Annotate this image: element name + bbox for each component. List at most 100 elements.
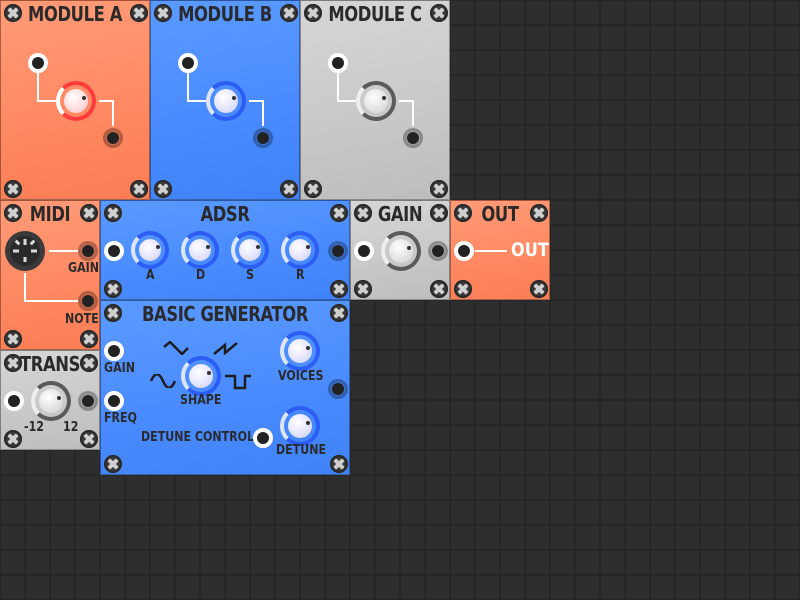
module-a-title: MODULE A — [28, 2, 122, 26]
gain-input-jack[interactable] — [354, 241, 374, 261]
module-a-knob[interactable] — [56, 81, 96, 121]
midi-connector-icon — [5, 231, 45, 271]
screw-icon — [4, 430, 22, 448]
adsr-release-knob[interactable] — [281, 231, 319, 269]
trans-module[interactable]: TRANS -12 12 — [0, 350, 100, 450]
gain-output-jack[interactable] — [428, 241, 448, 261]
module-b-knob[interactable] — [206, 81, 246, 121]
screw-icon — [430, 180, 448, 198]
triangle-wave-icon — [163, 341, 189, 355]
generator-voices-label: VOICES — [278, 369, 324, 384]
screw-icon — [330, 304, 348, 322]
adsr-release-label: R — [296, 268, 305, 283]
screw-icon — [304, 4, 322, 22]
adsr-sustain-knob[interactable] — [231, 231, 269, 269]
gain-module[interactable]: GAIN — [350, 200, 450, 300]
midi-gain-label: GAIN — [68, 261, 99, 276]
screw-icon — [280, 180, 298, 198]
screw-icon — [4, 330, 22, 348]
adsr-decay-knob[interactable] — [181, 231, 219, 269]
screw-icon — [104, 304, 122, 322]
midi-gain-output-jack[interactable] — [78, 241, 98, 261]
trans-knob[interactable] — [31, 381, 71, 421]
midi-note-output-jack[interactable] — [78, 291, 98, 311]
adsr-sustain-label: S — [246, 268, 254, 283]
screw-icon — [80, 204, 98, 222]
module-c[interactable]: MODULE C — [300, 0, 450, 200]
generator-output-jack[interactable] — [328, 379, 348, 399]
screw-icon — [104, 204, 122, 222]
module-c-title: MODULE C — [328, 2, 422, 26]
adsr-attack-knob[interactable] — [131, 231, 169, 269]
screw-icon — [454, 280, 472, 298]
screw-icon — [530, 280, 548, 298]
adsr-decay-label: D — [196, 268, 206, 283]
screw-icon — [4, 354, 22, 372]
generator-shape-knob[interactable] — [181, 356, 221, 396]
gain-knob[interactable] — [381, 231, 421, 271]
sawtooth-wave-icon — [213, 342, 238, 355]
screw-icon — [80, 330, 98, 348]
module-b[interactable]: MODULE B — [150, 0, 300, 200]
screw-icon — [304, 180, 322, 198]
screw-icon — [104, 280, 122, 298]
midi-note-label: NOTE — [65, 312, 99, 327]
midi-module[interactable]: MIDI GAIN NOTE — [0, 200, 100, 350]
basic-generator-module[interactable]: BASIC GENERATOR GAIN FREQ SHAPE VOICES D… — [100, 300, 350, 475]
basic-generator-title: BASIC GENERATOR — [141, 302, 309, 326]
output-jack[interactable] — [253, 128, 273, 148]
screw-icon — [354, 204, 372, 222]
screw-icon — [280, 4, 298, 22]
screw-icon — [130, 4, 148, 22]
screw-icon — [430, 4, 448, 22]
screw-icon — [330, 280, 348, 298]
input-jack[interactable] — [328, 53, 348, 73]
generator-freq-input-jack[interactable] — [104, 391, 124, 411]
out-module[interactable]: OUT OUT — [450, 200, 550, 300]
generator-detune-control-jack[interactable] — [253, 428, 273, 448]
screw-icon — [4, 4, 22, 22]
generator-detune-knob[interactable] — [280, 406, 320, 446]
adsr-title: ADSR — [200, 202, 250, 226]
screw-icon — [430, 280, 448, 298]
adsr-module[interactable]: ADSR A D S R — [100, 200, 350, 300]
adsr-input-jack[interactable] — [104, 241, 124, 261]
out-input-jack[interactable] — [454, 241, 474, 261]
output-jack[interactable] — [403, 128, 423, 148]
generator-gain-input-jack[interactable] — [104, 341, 124, 361]
out-label: OUT — [511, 239, 549, 261]
generator-shape-label: SHAPE — [180, 393, 222, 408]
adsr-output-jack[interactable] — [328, 241, 348, 261]
generator-voices-knob[interactable] — [280, 331, 320, 371]
output-jack[interactable] — [103, 128, 123, 148]
screw-icon — [4, 180, 22, 198]
screw-icon — [530, 204, 548, 222]
input-jack[interactable] — [28, 53, 48, 73]
generator-gain-label: GAIN — [104, 361, 135, 376]
generator-detune-control-label: DETUNE CONTROL — [141, 430, 255, 445]
trans-output-jack[interactable] — [78, 391, 98, 411]
screw-icon — [354, 280, 372, 298]
square-wave-icon — [225, 374, 251, 390]
generator-freq-label: FREQ — [104, 411, 138, 426]
trans-input-jack[interactable] — [4, 391, 24, 411]
screw-icon — [130, 180, 148, 198]
screw-icon — [80, 354, 98, 372]
screw-icon — [154, 180, 172, 198]
module-b-title: MODULE B — [178, 2, 272, 26]
screw-icon — [330, 455, 348, 473]
screw-icon — [4, 204, 22, 222]
module-c-knob[interactable] — [356, 81, 396, 121]
adsr-attack-label: A — [146, 268, 155, 283]
screw-icon — [80, 430, 98, 448]
input-jack[interactable] — [178, 53, 198, 73]
screw-icon — [430, 204, 448, 222]
generator-detune-label: DETUNE — [276, 443, 327, 458]
screw-icon — [330, 204, 348, 222]
sine-wave-icon — [150, 374, 176, 388]
screw-icon — [154, 4, 172, 22]
module-a[interactable]: MODULE A — [0, 0, 150, 200]
screw-icon — [454, 204, 472, 222]
trans-min-label: -12 — [24, 420, 44, 435]
trans-max-label: 12 — [63, 420, 79, 435]
